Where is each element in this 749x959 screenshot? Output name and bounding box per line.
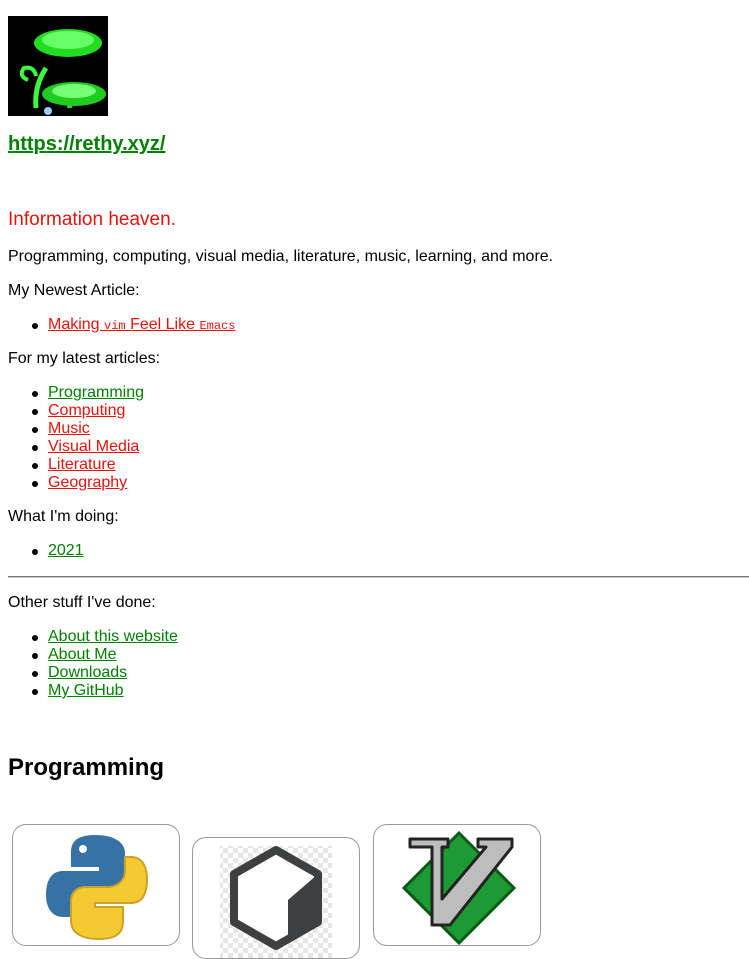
newest-article-link[interactable]: Making vim Feel Like Emacs [48, 316, 235, 333]
link-about-website[interactable]: About this website [48, 628, 178, 645]
link-downloads[interactable]: Downloads [48, 664, 127, 681]
list-item: Literature [31, 456, 144, 474]
link-music[interactable]: Music [48, 420, 90, 437]
doing-list: 2021 [32, 542, 84, 560]
horizontal-divider [8, 576, 749, 578]
other-stuff-list: About this website About Me Downloads My… [32, 628, 178, 700]
list-item: Making vim Feel Like Emacs [31, 316, 235, 334]
list-item: Geography [31, 474, 144, 492]
link-literature[interactable]: Literature [48, 456, 116, 473]
other-stuff-label: Other stuff I've done: [8, 594, 156, 611]
intro-text: Programming, computing, visual media, li… [8, 248, 554, 265]
article-code-emacs: Emacs [199, 319, 236, 333]
header [8, 16, 749, 116]
article-text: Feel Like [125, 316, 200, 333]
list-item: Music [31, 420, 144, 438]
hexagon-logo-icon [220, 846, 332, 958]
link-github[interactable]: My GitHub [48, 682, 124, 699]
list-item: Programming [31, 384, 144, 402]
section-title-programming: Programming [8, 754, 165, 781]
list-item: Visual Media [31, 438, 144, 456]
list-item: Downloads [32, 664, 178, 682]
link-2021[interactable]: 2021 [48, 542, 84, 559]
article-code-vim: vim [104, 319, 126, 333]
card-hexagon[interactable] [192, 837, 360, 959]
vim-logo-icon [401, 830, 517, 945]
doing-label: What I'm doing: [8, 508, 119, 525]
link-about-me[interactable]: About Me [48, 646, 116, 663]
newest-article-label: My Newest Article: [8, 282, 140, 299]
list-item: About this website [32, 628, 178, 646]
link-visual-media[interactable]: Visual Media [48, 438, 139, 455]
link-computing[interactable]: Computing [48, 402, 125, 419]
python-logo-icon [46, 835, 149, 941]
link-programming[interactable]: Programming [48, 384, 144, 401]
article-text: Making [48, 316, 105, 333]
newest-article-list: Making vim Feel Like Emacs [31, 316, 235, 334]
link-geography[interactable]: Geography [48, 474, 127, 491]
card-python[interactable] [12, 824, 180, 946]
latest-articles-label: For my latest articles: [8, 350, 161, 367]
card-vim[interactable] [373, 824, 541, 946]
list-item: My GitHub [32, 682, 178, 700]
list-item: Computing [31, 402, 144, 420]
list-item: 2021 [32, 542, 84, 560]
tagline: Information heaven. [8, 209, 176, 230]
mushroom-logo-icon [8, 16, 108, 116]
latest-articles-list: Programming Computing Music Visual Media… [31, 384, 144, 492]
site-url-link[interactable]: https://rethy.xyz/ [8, 133, 165, 156]
list-item: About Me [32, 646, 178, 664]
